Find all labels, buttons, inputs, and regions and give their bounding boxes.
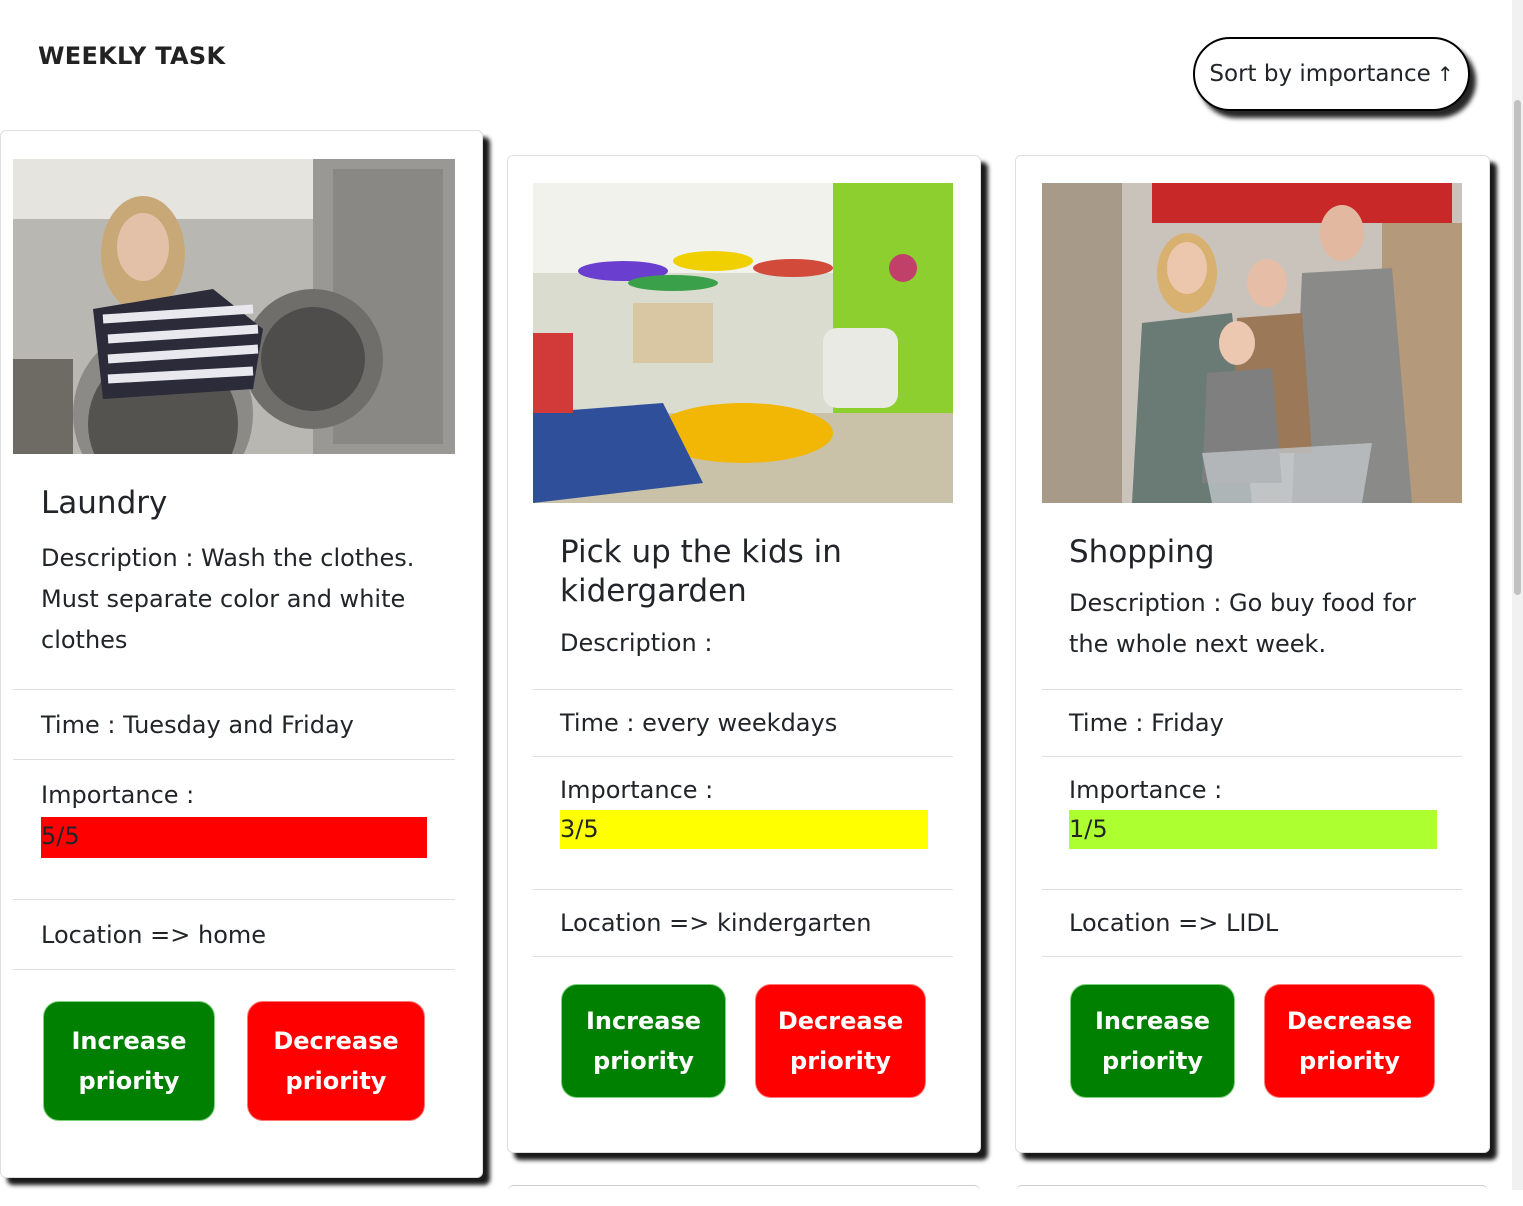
next-card-edge — [1016, 1185, 1488, 1206]
decrease-priority-button[interactable]: Decrease priority — [247, 1001, 425, 1121]
task-description: Description : — [560, 629, 713, 657]
importance-label: Importance : — [560, 776, 714, 804]
divider — [1042, 689, 1462, 690]
page-scrollbar[interactable] — [1512, 0, 1523, 1190]
importance-label: Importance : — [1069, 776, 1223, 804]
divider — [1042, 756, 1462, 757]
divider — [13, 759, 455, 760]
next-card-edge — [508, 1185, 980, 1206]
decrease-priority-button[interactable]: Decrease priority — [1264, 984, 1435, 1098]
divider — [13, 899, 455, 900]
task-title: Shopping — [1069, 534, 1215, 570]
task-location: Location => kindergarten — [560, 909, 872, 937]
importance-bar: 5/5 — [41, 817, 427, 858]
increase-priority-button[interactable]: Increase priority — [43, 1001, 215, 1121]
task-card-laundry: Laundry Description : Wash the clothes. … — [0, 130, 483, 1178]
divider — [533, 956, 953, 957]
task-time: Time : every weekdays — [560, 709, 838, 737]
shopping-photo — [1042, 183, 1462, 503]
task-time: Time : Friday — [1069, 709, 1224, 737]
importance-bar: 3/5 — [560, 810, 928, 849]
decrease-priority-button[interactable]: Decrease priority — [755, 984, 926, 1098]
increase-priority-button[interactable]: Increase priority — [1070, 984, 1235, 1098]
task-title: Laundry — [41, 485, 168, 521]
brand-title[interactable]: WEEKLY TASK — [38, 42, 225, 70]
task-description: Description : Go buy food for the whole … — [1069, 589, 1416, 658]
importance-label: Importance : — [41, 781, 195, 809]
scrollbar-thumb[interactable] — [1514, 100, 1521, 595]
importance-bar: 1/5 — [1069, 810, 1437, 849]
divider — [533, 689, 953, 690]
task-location: Location => LIDL — [1069, 909, 1279, 937]
divider — [1042, 956, 1462, 957]
increase-priority-button[interactable]: Increase priority — [561, 984, 726, 1098]
divider — [1042, 889, 1462, 890]
divider — [533, 756, 953, 757]
task-card-kindergarten: Pick up the kids in kidergarden Descript… — [507, 155, 981, 1153]
task-card-shopping: Shopping Description : Go buy food for t… — [1015, 155, 1490, 1153]
sort-button-label: Sort by importance — [1209, 61, 1431, 87]
task-location: Location => home — [41, 921, 267, 949]
task-description: Description : Wash the clothes. Must sep… — [41, 544, 415, 654]
divider — [533, 889, 953, 890]
sort-by-importance-button[interactable]: Sort by importance ↑ — [1193, 37, 1470, 111]
task-title: Pick up the kids in kidergarden — [560, 534, 842, 609]
divider — [13, 969, 455, 970]
up-arrow-icon: ↑ — [1436, 62, 1454, 86]
divider — [13, 689, 455, 690]
kindergarten-photo — [533, 183, 953, 503]
laundry-photo — [13, 159, 455, 454]
task-time: Time : Tuesday and Friday — [41, 711, 354, 739]
